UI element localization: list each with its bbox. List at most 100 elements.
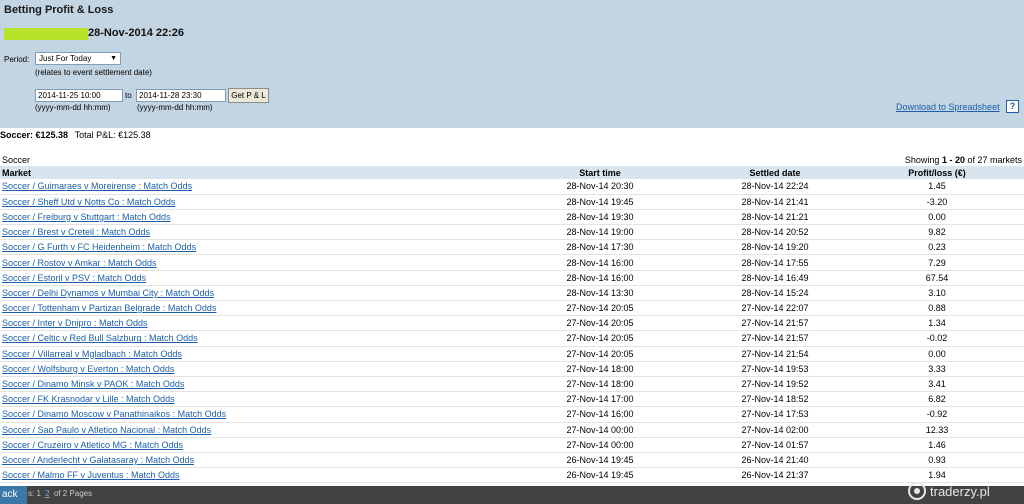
market-link[interactable]: Soccer / Brest v Creteil : Match Odds xyxy=(2,227,150,237)
table-row: Soccer / Delhi Dynamos v Mumbai City : M… xyxy=(0,285,1024,302)
market-link[interactable]: Soccer / Cruzeiro v Atletico MG : Match … xyxy=(2,440,183,450)
table-row: Soccer / Wolfsburg v Everton : Match Odd… xyxy=(0,361,1024,377)
start-time-cell: 28-Nov-14 17:30 xyxy=(500,239,700,256)
date-to-input[interactable]: 2014-11-28 23:30 xyxy=(136,89,226,102)
market-link[interactable]: Soccer / Estoril v PSV : Match Odds xyxy=(2,273,146,283)
market-cell: Soccer / G Furth v FC Heidenheim : Match… xyxy=(0,239,500,256)
table-row: Soccer / G Furth v FC Heidenheim : Match… xyxy=(0,239,1024,256)
start-time-cell: 28-Nov-14 16:00 xyxy=(500,254,700,271)
redacted-account-name xyxy=(4,28,88,40)
market-link[interactable]: Soccer / Celtic v Red Bull Salzburg : Ma… xyxy=(2,333,198,343)
market-link[interactable]: Soccer / G Furth v FC Heidenheim : Match… xyxy=(2,242,196,252)
column-header-settled-date[interactable]: Settled date xyxy=(700,166,850,179)
dropdown-arrow-icon: ▼ xyxy=(110,55,117,62)
start-time-cell: 27-Nov-14 20:05 xyxy=(500,315,700,332)
settled-date-cell: 27-Nov-14 17:53 xyxy=(700,406,850,423)
download-spreadsheet-link[interactable]: Download to Spreadsheet xyxy=(896,102,1000,112)
market-link[interactable]: Soccer / Malmo FF v Juventus : Match Odd… xyxy=(2,470,180,480)
traderzy-logo-icon xyxy=(908,482,926,500)
period-note: (relates to event settlement date) xyxy=(35,68,152,77)
market-cell: Soccer / Villarreal v Mgladbach : Match … xyxy=(0,346,500,362)
table-row: Soccer / Guimaraes v Moreirense : Match … xyxy=(0,179,1024,195)
market-cell: Soccer / Malmo FF v Juventus : Match Odd… xyxy=(0,467,500,484)
market-link[interactable]: Soccer / FK Krasnodar v Lille : Match Od… xyxy=(2,394,175,404)
to-label: to xyxy=(125,91,132,100)
column-header-market[interactable]: Market xyxy=(0,166,500,179)
settled-date-cell: 28-Nov-14 20:52 xyxy=(700,224,850,241)
profit-loss-cell: 0.23 xyxy=(850,239,1024,256)
page-title: Betting Profit & Loss xyxy=(4,4,114,16)
settled-date-cell: 27-Nov-14 21:57 xyxy=(700,315,850,332)
settled-date-cell: 27-Nov-14 18:52 xyxy=(700,391,850,408)
date-from-input[interactable]: 2014-11-25 10:00 xyxy=(35,89,123,102)
market-link[interactable]: Soccer / Inter v Dnipro : Match Odds xyxy=(2,318,148,328)
table-row: Soccer / Malmo FF v Juventus : Match Odd… xyxy=(0,467,1024,484)
profit-loss-cell: 3.33 xyxy=(850,361,1024,377)
start-time-cell: 27-Nov-14 17:00 xyxy=(500,391,700,408)
settled-date-cell: 28-Nov-14 21:41 xyxy=(700,194,850,210)
period-select[interactable]: Just For Today ▼ xyxy=(35,52,121,65)
table-row: Soccer / Freiburg v Stuttgart : Match Od… xyxy=(0,209,1024,226)
total-pl-label: Total P&L: xyxy=(74,130,116,140)
market-link[interactable]: Soccer / Freiburg v Stuttgart : Match Od… xyxy=(2,212,171,222)
market-link[interactable]: Soccer / Sheff Utd v Notts Co : Match Od… xyxy=(2,197,175,207)
table-row: Soccer / Villarreal v Mgladbach : Match … xyxy=(0,346,1024,362)
start-time-cell: 28-Nov-14 19:00 xyxy=(500,224,700,241)
settled-date-cell: 26-Nov-14 21:40 xyxy=(700,452,850,469)
market-link[interactable]: Soccer / Tottenham v Partizan Belgrade :… xyxy=(2,303,216,313)
market-link[interactable]: Soccer / Dinamo Moscow v Panathinaikos :… xyxy=(2,409,226,419)
showing-range: 1 - 20 xyxy=(941,155,965,165)
profit-loss-cell: 3.41 xyxy=(850,376,1024,393)
get-pl-button[interactable]: Get P & L xyxy=(228,88,269,103)
settled-date-cell: 28-Nov-14 15:24 xyxy=(700,285,850,302)
column-header-profit-loss[interactable]: Profit/loss (€) xyxy=(850,166,1024,179)
market-link[interactable]: Soccer / Sao Paulo v Atletico Nacional :… xyxy=(2,425,211,435)
table-row: Soccer / Sao Paulo v Atletico Nacional :… xyxy=(0,422,1024,438)
market-link[interactable]: Soccer / Rostov v Amkar : Match Odds xyxy=(2,258,157,268)
column-header-start-time[interactable]: Start time xyxy=(500,166,700,179)
start-time-cell: 27-Nov-14 16:00 xyxy=(500,406,700,423)
pager-page-2-link[interactable]: 2 xyxy=(45,489,49,498)
start-time-cell: 27-Nov-14 20:05 xyxy=(500,330,700,347)
market-cell: Soccer / Sheff Utd v Notts Co : Match Od… xyxy=(0,194,500,210)
profit-loss-cell: 9.82 xyxy=(850,224,1024,241)
table-row: Soccer / Rostov v Amkar : Match Odds 28-N… xyxy=(0,254,1024,271)
market-link[interactable]: Soccer / Anderlecht v Galatasaray : Matc… xyxy=(2,455,194,465)
profit-loss-cell: 0.93 xyxy=(850,452,1024,469)
pager: s: 1 2 of 2 Pages xyxy=(28,489,92,498)
profit-loss-cell: 67.54 xyxy=(850,270,1024,286)
period-select-value: Just For Today xyxy=(39,54,92,63)
table-row: Soccer / Celtic v Red Bull Salzburg : Ma… xyxy=(0,330,1024,347)
back-button[interactable]: ack xyxy=(0,486,27,504)
table-row: Soccer / Cruzeiro v Atletico MG : Match … xyxy=(0,437,1024,453)
bottom-overlay-bar xyxy=(0,486,1024,504)
start-time-cell: 26-Nov-14 19:45 xyxy=(500,452,700,469)
pager-page-1: 1 xyxy=(36,489,41,498)
profit-loss-cell: 6.82 xyxy=(850,391,1024,408)
market-cell: Soccer / Brest v Creteil : Match Odds xyxy=(0,224,500,241)
help-icon[interactable]: ? xyxy=(1006,100,1019,113)
profit-loss-cell: -0.02 xyxy=(850,330,1024,347)
start-time-cell: 28-Nov-14 16:00 xyxy=(500,270,700,286)
market-cell: Soccer / Guimaraes v Moreirense : Match … xyxy=(0,179,500,195)
start-time-cell: 27-Nov-14 00:00 xyxy=(500,437,700,453)
settled-date-cell: 28-Nov-14 17:55 xyxy=(700,254,850,271)
settled-date-cell: 27-Nov-14 21:54 xyxy=(700,346,850,362)
watermark: traderzy.pl xyxy=(908,479,990,503)
start-time-cell: 28-Nov-14 20:30 xyxy=(500,179,700,195)
market-link[interactable]: Soccer / Villarreal v Mgladbach : Match … xyxy=(2,349,182,359)
report-datetime: 28-Nov-2014 22:26 xyxy=(88,27,185,39)
settled-date-cell: 27-Nov-14 01:57 xyxy=(700,437,850,453)
market-link[interactable]: Soccer / Delhi Dynamos v Mumbai City : M… xyxy=(2,288,214,298)
total-pl-value: €125.38 xyxy=(118,130,151,140)
table-row: Soccer / Brest v Creteil : Match Odds 28-… xyxy=(0,224,1024,241)
table-row: Soccer / Tottenham v Partizan Belgrade :… xyxy=(0,300,1024,317)
market-link[interactable]: Soccer / Guimaraes v Moreirense : Match … xyxy=(2,181,192,191)
profit-loss-cell: 1.34 xyxy=(850,315,1024,332)
profit-loss-cell: 0.00 xyxy=(850,346,1024,362)
market-link[interactable]: Soccer / Wolfsburg v Everton : Match Odd… xyxy=(2,364,174,374)
start-time-cell: 26-Nov-14 19:45 xyxy=(500,467,700,484)
profit-loss-cell: -0.92 xyxy=(850,406,1024,423)
market-cell: Soccer / Delhi Dynamos v Mumbai City : M… xyxy=(0,285,500,302)
market-link[interactable]: Soccer / Dinamo Minsk v PAOK : Match Odd… xyxy=(2,379,184,389)
